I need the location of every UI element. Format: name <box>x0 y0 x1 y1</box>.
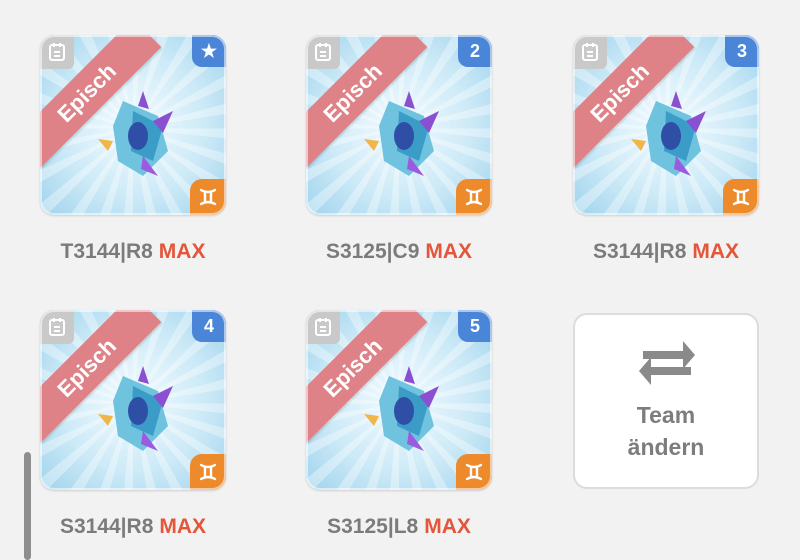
monster-name-label: S3125|C9 MAX <box>289 240 509 264</box>
change-team-button[interactable]: Team ändern <box>573 313 759 489</box>
monster-name-label: S3144|R8 MAX <box>23 515 243 539</box>
max-level-label: MAX <box>425 240 473 263</box>
max-level-label: MAX <box>424 515 471 538</box>
monster-name-label: S3125|L8 MAX <box>289 515 509 539</box>
monster-name-label: S3144|R8 MAX <box>556 240 776 264</box>
monster-card-5[interactable]: Episch 5 <box>306 310 492 490</box>
monster-name: S3144|R8 <box>59 515 154 538</box>
monster-name: S3125|L8 <box>327 515 419 538</box>
swap-arrows-icon <box>639 341 695 385</box>
monster-card-4[interactable]: Episch 4 <box>40 310 226 490</box>
max-level-label: MAX <box>158 240 206 263</box>
scrollbar[interactable] <box>24 452 31 560</box>
monster-card-1[interactable]: Episch ★ <box>40 35 226 215</box>
max-level-label: MAX <box>692 240 740 263</box>
monster-name: S3125|C9 <box>325 240 420 263</box>
monster-card-2[interactable]: Episch 2 <box>306 35 492 215</box>
change-team-label: Team ändern <box>627 402 705 460</box>
monster-name-label: T3144|R8 MAX <box>23 240 243 264</box>
monster-name: S3144|R8 <box>592 240 687 263</box>
monster-card-3[interactable]: Episch 3 <box>573 35 759 215</box>
monster-name: T3144|R8 <box>60 240 153 263</box>
max-level-label: MAX <box>159 515 207 538</box>
